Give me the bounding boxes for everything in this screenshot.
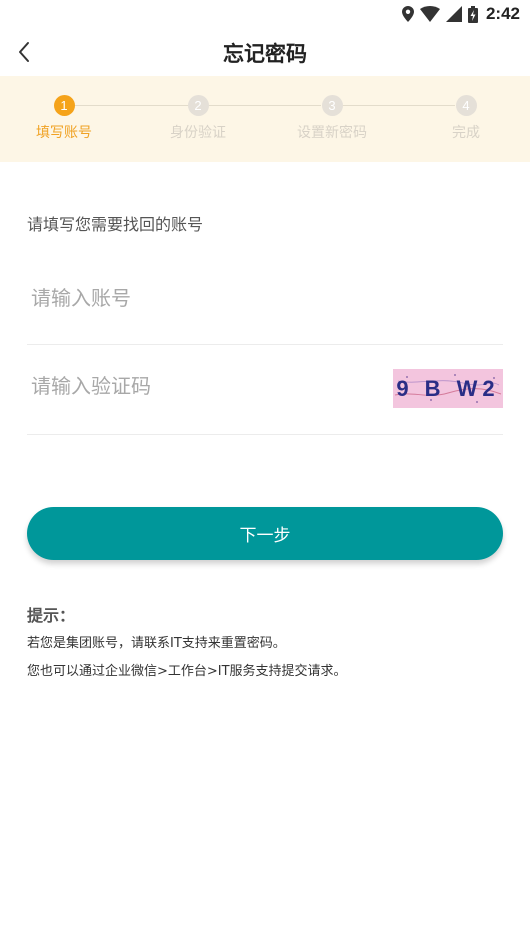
header: 忘记密码	[0, 28, 530, 76]
account-input[interactable]	[27, 278, 371, 318]
instruction-text: 请填写您需要找回的账号	[27, 215, 204, 234]
step-1-label: 填写账号	[36, 125, 92, 141]
status-bar: 2:42	[0, 0, 530, 28]
captcha-code: 9 B W2	[396, 376, 500, 401]
signal-icon	[445, 6, 462, 22]
status-time: 2:42	[485, 4, 520, 23]
step-4-number: 4	[455, 95, 477, 116]
step-1-number: 1	[53, 95, 75, 116]
captcha-input[interactable]	[27, 366, 371, 406]
status-icons: 2:42	[396, 3, 520, 25]
account-field	[27, 278, 503, 345]
step-1: 1 填写账号	[0, 95, 134, 142]
progress-stepper: 1 填写账号 2 身份验证 3 设置新密码 4 完成	[0, 76, 530, 162]
step-2-number: 2	[187, 95, 209, 116]
captcha-image[interactable]: 9 B W2	[393, 369, 503, 408]
tips-title: 提示：	[27, 606, 76, 625]
tip-line: 您也可以通过企业微信>工作台>IT服务支持提交请求。	[27, 664, 347, 679]
step-4: 4 完成	[396, 95, 530, 142]
location-icon	[401, 6, 414, 22]
captcha-field: 9 B W2	[27, 366, 503, 435]
page-title: 忘记密码	[223, 42, 307, 66]
step-3: 3 设置新密码	[262, 95, 402, 142]
next-button[interactable]: 下一步	[27, 507, 503, 560]
tip-line: 若您是集团账号，请联系IT支持来重置密码。	[27, 636, 286, 651]
step-4-label: 完成	[452, 125, 480, 141]
step-3-number: 3	[321, 95, 343, 116]
step-2-label: 身份验证	[170, 125, 226, 141]
step-2: 2 身份验证	[128, 95, 268, 142]
forgot-password-screen: 2:42 忘记密码 1 填写账号 2 身份验证 3 设置新密码 4 完成 请填写…	[0, 0, 530, 942]
step-3-label: 设置新密码	[297, 125, 367, 141]
battery-charging-icon	[467, 5, 478, 23]
wifi-icon	[419, 6, 440, 22]
